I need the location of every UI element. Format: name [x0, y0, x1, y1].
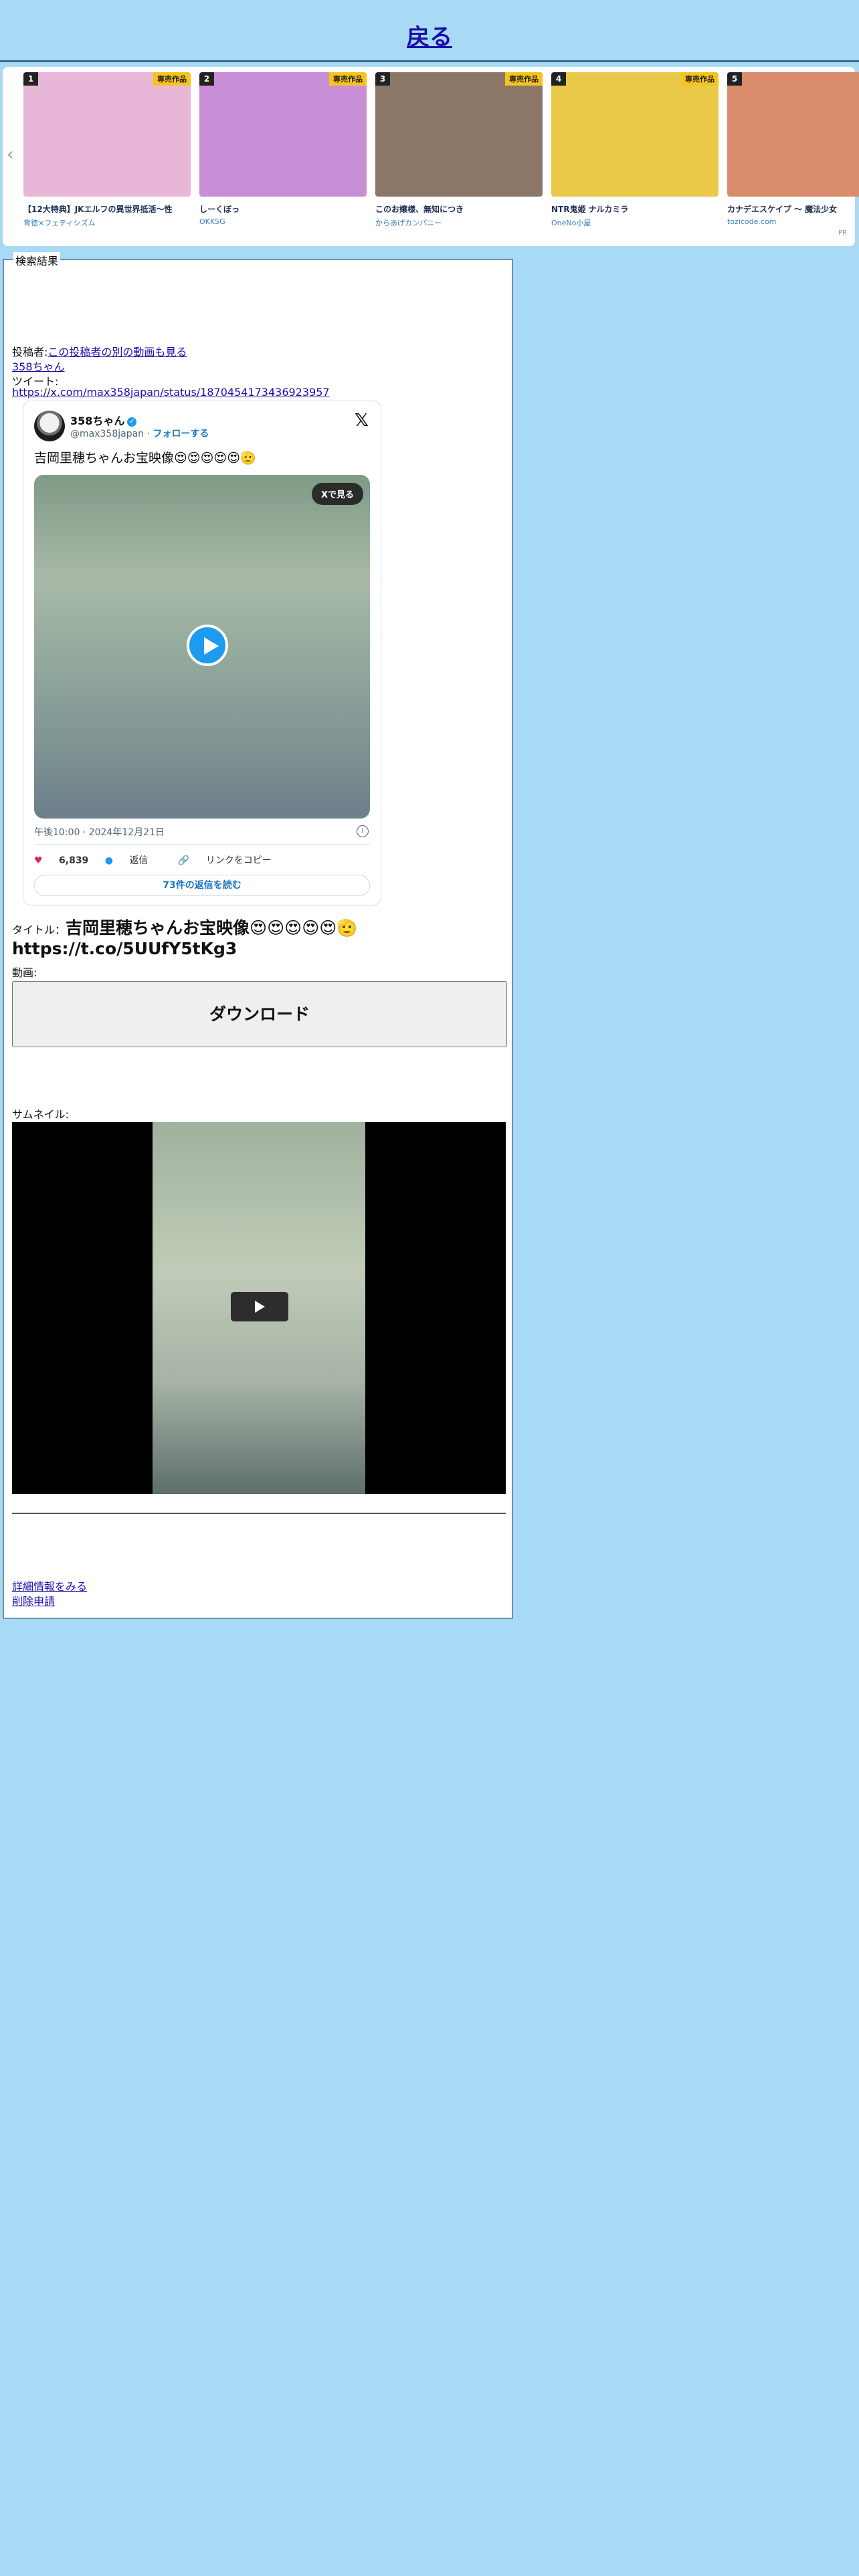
tweet-video[interactable]: Xで見る — [34, 475, 370, 819]
title-line: タイトル：吉岡里穂ちゃんお宝映像😍😍😍😍😍🫡 https://t.co/5UUf… — [12, 915, 494, 958]
exclusive-badge: 専売作品 — [329, 72, 367, 86]
thumbnail-video[interactable] — [12, 1122, 506, 1494]
video-label: 動画: — [12, 966, 37, 979]
read-replies-button[interactable]: 73件の返信を読む — [34, 875, 370, 896]
tweet-author-name[interactable]: 358ちゃん ✓ — [70, 412, 137, 428]
tweet-text: 吉岡里穂ちゃんお宝映像😍😍😍😍😍🫡 — [34, 451, 256, 465]
carousel-title[interactable]: カナデエスケイプ 〜 魔法少女 — [727, 203, 859, 215]
rank-badge: 2 — [199, 72, 214, 86]
carousel-item[interactable]: 1 専売作品【12大特典】JKエルフの異世界抵活〜性 背徳×フェティシズム — [23, 72, 191, 228]
exclusive-badge: 専売作品 — [681, 72, 719, 86]
verified-icon: ✓ — [127, 417, 137, 427]
watch-on-x-button[interactable]: Xで見る — [311, 483, 363, 505]
divider — [12, 1513, 506, 1514]
carousel-circle[interactable]: 背徳×フェティシズム — [23, 217, 191, 228]
carousel-title[interactable]: このお嬢様、無知につき — [375, 203, 543, 215]
delete-line: 削除申請 — [12, 1592, 55, 1608]
tweet-url-link[interactable]: https://x.com/max358japan/status/1870454… — [12, 386, 330, 399]
rank-badge: 3 — [375, 72, 390, 86]
details-line: 詳細情報をみる — [12, 1578, 87, 1594]
carousel-title[interactable]: 【12大特典】JKエルフの異世界抵活〜性 — [23, 203, 191, 215]
follow-button[interactable]: フォローする — [153, 429, 209, 439]
exclusive-badge: 専売作品 — [505, 72, 543, 86]
carousel-title[interactable]: NTR鬼姫 ナルカミラ — [551, 203, 719, 215]
poster-line: 投稿者:この投稿者の別の動画も見る — [12, 343, 187, 359]
title-label: タイトル： — [12, 924, 66, 936]
heart-icon: ♥ — [34, 855, 43, 866]
carousel-circle[interactable]: tozicode.com — [727, 217, 859, 226]
exclusive-badge: 専売作品 — [153, 72, 191, 86]
rank-badge: 4 — [551, 72, 566, 86]
like-button[interactable]: ♥ 6,839 — [34, 855, 88, 866]
carousel-image[interactable]: 3 専売作品 — [375, 72, 543, 197]
copy-link-button[interactable]: 🔗 リンクをコピー — [178, 855, 285, 866]
play-icon[interactable] — [187, 625, 228, 666]
carousel-circle[interactable]: OKKSG — [199, 217, 367, 226]
carousel-item[interactable]: 3 専売作品このお嬢様、無知につき からあげカンパニー — [375, 72, 543, 228]
copy-link-label: リンクをコピー — [205, 855, 272, 866]
poster-label: 投稿者: — [12, 346, 48, 358]
reply-icon: ● — [104, 855, 113, 866]
reply-label: 返信 — [129, 855, 149, 866]
details-link[interactable]: 詳細情報をみる — [12, 1580, 87, 1593]
reply-button[interactable]: ● 返信 — [105, 855, 162, 866]
info-icon[interactable]: i — [357, 825, 369, 837]
poster-other-videos-link[interactable]: この投稿者の別の動画も見る — [47, 346, 187, 358]
tweet-handle-line: @max358japan · フォローする — [70, 429, 209, 439]
play-icon[interactable] — [230, 1291, 289, 1322]
link-icon: 🔗 — [177, 855, 190, 866]
carousel-image[interactable]: 1 専売作品 — [23, 72, 191, 197]
carousel-image[interactable]: 5 — [727, 72, 859, 197]
x-logo-icon[interactable]: 𝕏 — [355, 411, 369, 431]
carousel-item[interactable]: 5 カナデエスケイプ 〜 魔法少女 tozicode.com — [727, 72, 859, 226]
top-bar: 戻る — [0, 0, 859, 62]
carousel-item[interactable]: 2 専売作品しーくぼっ OKKSG — [199, 72, 367, 226]
tweet-author-name-text: 358ちゃん — [70, 415, 125, 427]
chevron-left-icon[interactable]: ‹ — [7, 146, 13, 163]
avatar[interactable] — [34, 411, 65, 441]
carousel-item[interactable]: 4 専売作品 NTR鬼姫 ナルカミラ OneNo小屋 — [551, 72, 719, 228]
search-result-panel: 検索結果 投稿者:この投稿者の別の動画も見る 358ちゃん ツイート: http… — [3, 252, 513, 1619]
rank-badge: 1 — [23, 72, 38, 86]
delete-request-link[interactable]: 削除申請 — [12, 1595, 55, 1608]
poster-name-link[interactable]: 358ちゃん — [12, 360, 65, 373]
pr-label: PR — [838, 229, 847, 237]
carousel-image[interactable]: 2 専売作品 — [199, 72, 367, 197]
tweet-actions: ♥ 6,839 ● 返信 🔗 リンクをコピー — [34, 853, 298, 867]
thumbnail-label: サムネイル: — [12, 1108, 70, 1121]
result-legend: 検索結果 — [13, 252, 61, 268]
download-button[interactable]: ダウンロード — [12, 981, 507, 1047]
ad-carousel: ‹ › 1専売作品【12大特典】JKエルフの異世界抵活〜性背徳×フェティシズム2… — [3, 67, 859, 246]
carousel-circle[interactable]: からあげカンパニー — [375, 217, 543, 228]
carousel-title[interactable]: しーくぼっ — [199, 203, 367, 215]
embedded-tweet: 358ちゃん ✓ @max358japan · フォローする 𝕏 吉岡里穂ちゃんお… — [23, 401, 381, 905]
tweet-date[interactable]: 午後10:00 · 2024年12月21日 — [34, 825, 165, 839]
back-link[interactable]: 戻る — [407, 19, 452, 51]
poster-name-line: 358ちゃん — [12, 358, 65, 374]
tweet-handle: @max358japan — [70, 429, 145, 439]
divider — [34, 844, 370, 845]
rank-badge: 5 — [727, 72, 742, 86]
carousel-circle[interactable]: OneNo小屋 — [551, 217, 719, 228]
tweet-url-line: https://x.com/max358japan/status/1870454… — [12, 386, 330, 399]
like-count: 6,839 — [59, 855, 89, 866]
carousel-image[interactable]: 4 専売作品 — [551, 72, 719, 197]
